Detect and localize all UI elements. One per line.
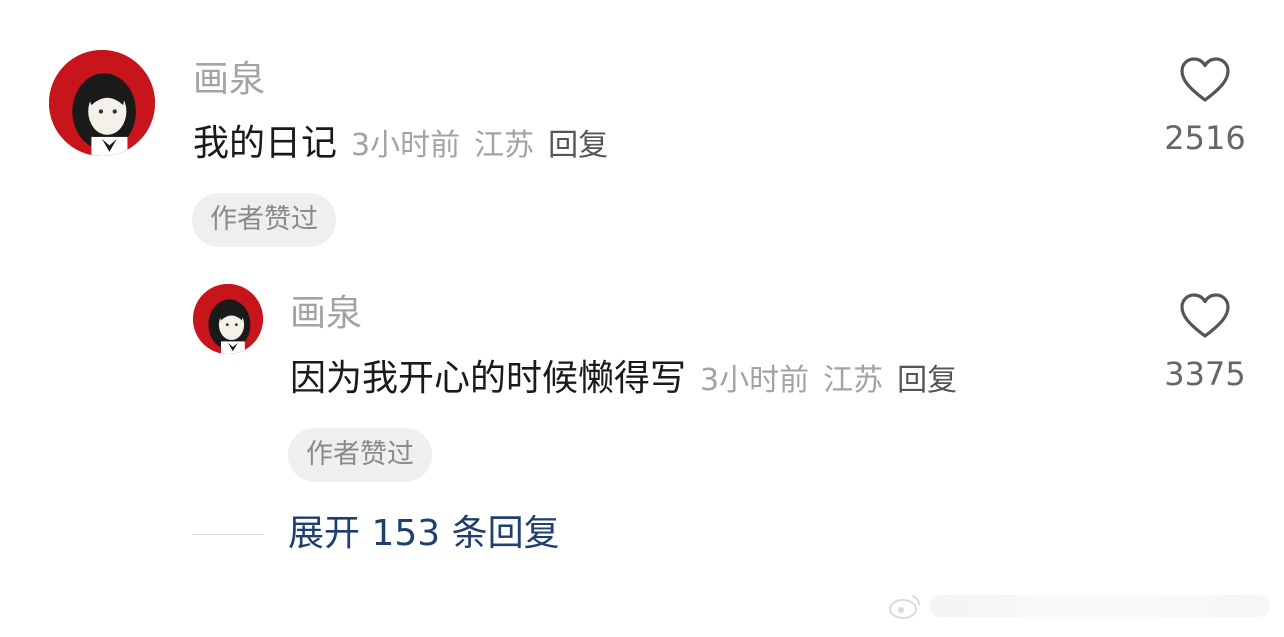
reply-avatar[interactable] <box>193 284 263 354</box>
avatar-image <box>193 284 263 354</box>
reply-button[interactable]: 回复 <box>548 124 608 168</box>
watermark-text-bar <box>930 595 1270 617</box>
reply-time: 3小时前 <box>700 363 810 398</box>
expand-replies-label[interactable]: 展开 153 条回复 <box>288 510 560 558</box>
like-count: 2516 <box>1164 119 1246 157</box>
comment-text: 我的日记 <box>193 123 338 164</box>
heart-outline-icon <box>1180 57 1230 102</box>
weibo-watermark-icon <box>889 595 920 619</box>
avatar[interactable] <box>49 50 155 156</box>
reply-author-liked-badge: 作者赞过 <box>288 428 432 482</box>
comment-body: 我的日记 3小时前 江苏 回复 <box>193 122 608 168</box>
heart-outline-icon <box>1180 293 1230 338</box>
reply-body: 因为我开心的时候懒得写 3小时前 江苏 回复 <box>290 357 957 403</box>
comment-location: 江苏 <box>474 128 535 163</box>
divider <box>192 533 264 535</box>
author-liked-badge: 作者赞过 <box>192 193 336 247</box>
reply-text: 因为我开心的时候懒得写 <box>290 358 687 399</box>
reply-reply-button[interactable]: 回复 <box>897 359 957 403</box>
reply-username[interactable]: 画泉 <box>290 294 362 334</box>
reply-like-count: 3375 <box>1164 355 1246 393</box>
expand-replies[interactable]: 展开 153 条回复 <box>192 510 560 558</box>
comment-username[interactable]: 画泉 <box>193 60 265 100</box>
avatar-image <box>49 50 155 156</box>
reply-location: 江苏 <box>823 363 884 398</box>
reply-like-button[interactable]: 3375 <box>1155 292 1255 394</box>
watermark <box>870 589 1270 623</box>
like-button[interactable]: 2516 <box>1155 56 1255 158</box>
comment-time: 3小时前 <box>351 128 461 163</box>
